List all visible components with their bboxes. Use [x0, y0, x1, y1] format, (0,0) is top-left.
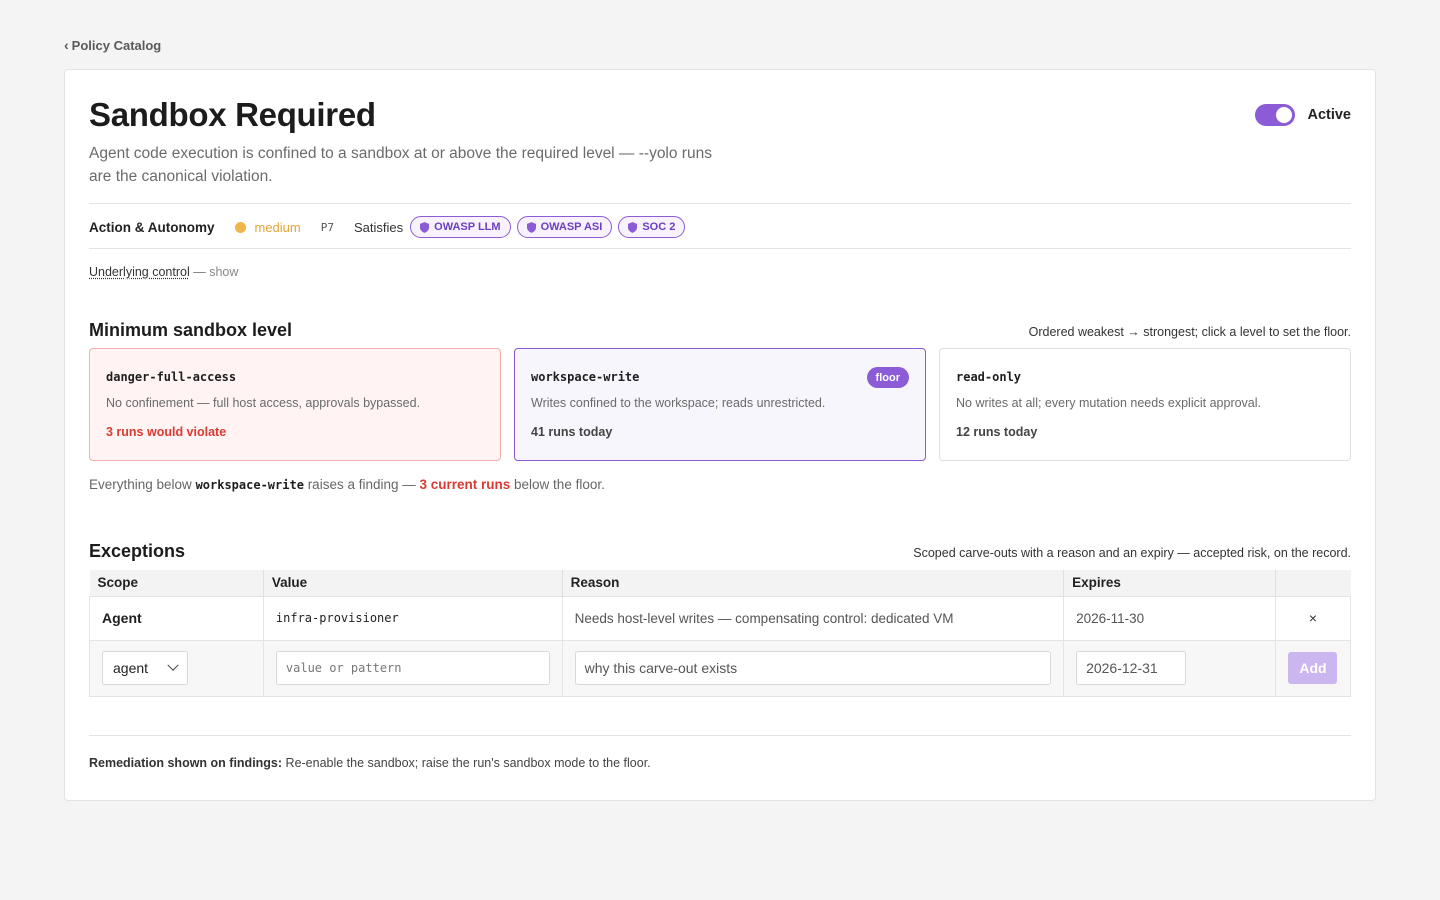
- divider: [89, 735, 1351, 736]
- status-label: Active: [1307, 107, 1351, 123]
- shield-icon: [420, 221, 430, 233]
- framework-badge-label: SOC 2: [642, 221, 676, 233]
- add-exception-row: agent value or pattern why this carve-ou…: [89, 639, 1352, 697]
- show-control-toggle[interactable]: show: [209, 265, 238, 279]
- remediation-label: Remediation shown on findings:: [89, 756, 283, 770]
- divider: [89, 248, 1351, 249]
- remove-exception-button[interactable]: ×: [1274, 595, 1352, 641]
- framework-badge[interactable]: OWASP ASI: [516, 216, 613, 238]
- remediation-text: Re-enable the sandbox; raise the run's s…: [282, 756, 651, 770]
- exception-reason: Needs host-level writes — compensating c…: [561, 595, 1065, 641]
- exceptions-table: Scope Value Reason Expires Agent infra-p…: [89, 570, 1352, 697]
- framework-badge[interactable]: OWASP LLM: [410, 216, 511, 238]
- category-label: Action & Autonomy: [89, 219, 215, 235]
- floor-summary-suffix: below the floor.: [510, 477, 605, 492]
- add-cell: Add: [1274, 639, 1352, 697]
- exception-value: infra-provisioner: [262, 595, 563, 641]
- level-workspace-write[interactable]: workspace-write floor Writes confined to…: [514, 348, 926, 461]
- shield-icon: [526, 221, 536, 233]
- floor-summary-mid: raises a finding —: [303, 477, 420, 492]
- status-toggle-group: Active: [1255, 104, 1351, 126]
- level-description: No writes at all; every mutation needs e…: [956, 396, 1262, 410]
- framework-badge-label: OWASP LLM: [434, 221, 501, 233]
- scope-cell: agent: [89, 639, 264, 697]
- close-icon: ×: [1308, 610, 1318, 626]
- column-header: Value: [263, 570, 563, 596]
- level-name: danger-full-access: [106, 370, 237, 384]
- column-header: Reason: [562, 570, 1065, 596]
- violation-count: 3 current runs: [419, 477, 511, 492]
- back-link[interactable]: ‹ Policy Catalog: [64, 37, 161, 53]
- expires-cell: 2026-12-31: [1063, 639, 1276, 697]
- level-name: read-only: [956, 370, 1022, 384]
- active-toggle[interactable]: [1255, 104, 1296, 126]
- priority-label: P7: [320, 220, 334, 234]
- expires-date-input[interactable]: 2026-12-31: [1076, 651, 1187, 685]
- chevron-left-icon: ‹: [64, 37, 69, 53]
- scope-select-value: agent: [113, 660, 149, 676]
- value-input[interactable]: value or pattern: [275, 651, 550, 685]
- back-link-label: Policy Catalog: [71, 37, 162, 53]
- shield-icon: [628, 221, 638, 233]
- chevron-down-icon: [167, 659, 179, 671]
- level-danger-full-access[interactable]: danger-full-access No confinement — full…: [89, 348, 501, 461]
- underlying-control-link[interactable]: Underlying control: [89, 265, 190, 279]
- sandbox-heading: Minimum sandbox level: [89, 320, 293, 340]
- column-header: Scope: [89, 570, 264, 596]
- page-title: Sandbox Required: [89, 96, 376, 133]
- column-header: [1275, 570, 1351, 596]
- framework-badge[interactable]: SOC 2: [618, 216, 686, 238]
- exception-scope: Agent: [89, 595, 264, 641]
- reason-cell: why this carve-out exists: [561, 639, 1065, 697]
- severity-label: medium: [254, 219, 301, 235]
- exceptions-heading: Exceptions: [89, 541, 186, 561]
- scope-select[interactable]: agent: [102, 651, 188, 685]
- underlying-control: Underlying control — show: [89, 265, 238, 279]
- sandbox-levels: danger-full-access No confinement — full…: [89, 348, 1351, 461]
- level-description: Writes confined to the workspace; reads …: [531, 396, 826, 410]
- floor-summary: Everything below workspace-write raises …: [89, 477, 605, 492]
- exception-expires: 2026-11-30: [1063, 595, 1276, 641]
- floor-badge: floor: [866, 367, 909, 388]
- level-read-only[interactable]: read-only No writes at all; every mutati…: [939, 348, 1351, 461]
- divider: [89, 203, 1351, 204]
- satisfies-label: Satisfies: [354, 219, 404, 235]
- toggle-knob: [1276, 107, 1293, 123]
- table-header-row: Scope Value Reason Expires: [89, 570, 1351, 596]
- level-runs: 41 runs today: [531, 425, 613, 439]
- policy-meta: Action & Autonomy medium P7 Satisfies OW…: [89, 214, 691, 240]
- level-runs: 12 runs today: [956, 425, 1038, 439]
- level-description: No confinement — full host access, appro…: [106, 396, 421, 410]
- table-row: Agent infra-provisioner Needs host-level…: [89, 595, 1352, 641]
- exceptions-note: Scoped carve-outs with a reason and an e…: [913, 546, 1351, 560]
- policy-description: Agent code execution is confined to a sa…: [89, 145, 712, 185]
- control-separator: —: [189, 265, 210, 279]
- framework-badge-label: OWASP ASI: [540, 221, 603, 233]
- severity-dot: [234, 221, 246, 233]
- level-name: workspace-write: [531, 370, 640, 384]
- level-runs: 3 runs would violate: [106, 425, 227, 439]
- value-cell: value or pattern: [262, 639, 563, 697]
- reason-input[interactable]: why this carve-out exists: [574, 651, 1052, 685]
- remediation-note: Remediation shown on findings: Re-enable…: [89, 756, 651, 770]
- policy-card: Sandbox Required Agent code execution is…: [64, 69, 1376, 801]
- floor-level-code: workspace-write: [195, 478, 304, 492]
- column-header: Expires: [1063, 570, 1276, 596]
- add-exception-button[interactable]: Add: [1288, 652, 1338, 684]
- floor-summary-prefix: Everything below: [89, 477, 196, 492]
- sandbox-note: Ordered weakest → strongest; click a lev…: [1028, 325, 1351, 339]
